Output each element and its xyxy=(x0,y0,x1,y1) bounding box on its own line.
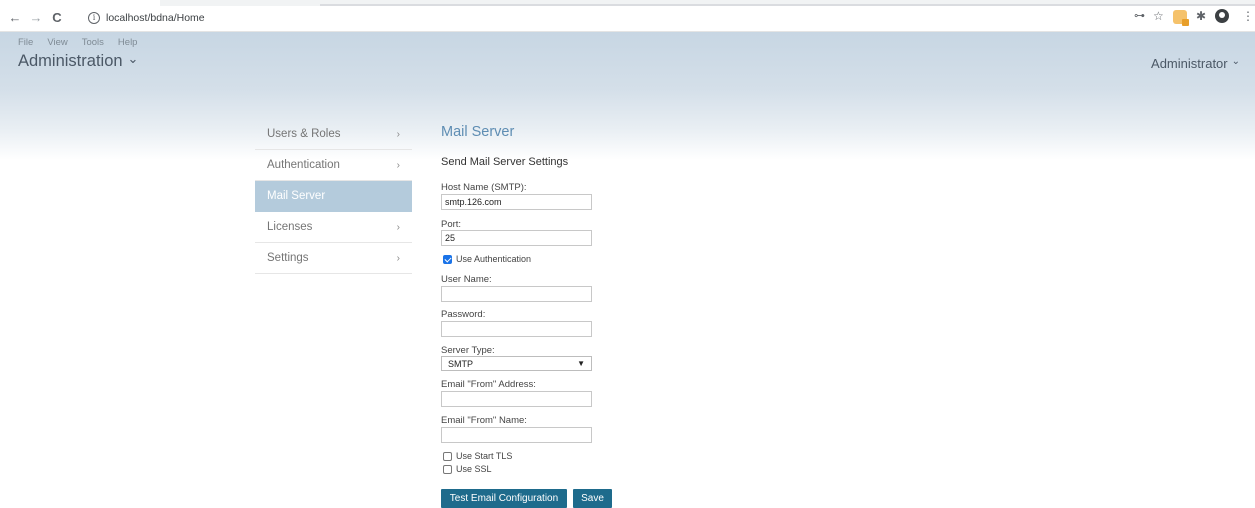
server-type-label: Server Type: xyxy=(441,345,495,356)
browser-toolbar: ← → C i localhost/bdna/Home ⊶ ☆ ✱ ⋮ xyxy=(0,0,1255,32)
star-icon[interactable]: ☆ xyxy=(1153,10,1164,22)
user-name[interactable]: Administrator xyxy=(1151,56,1228,71)
sidebar-item-users-roles[interactable]: Users & Roles › xyxy=(255,119,412,150)
menu-tools[interactable]: Tools xyxy=(82,37,104,48)
from-name-label: Email "From" Name: xyxy=(441,415,527,426)
save-button[interactable]: Save xyxy=(573,489,612,508)
tab-strip xyxy=(0,0,1255,6)
username-input[interactable] xyxy=(441,286,592,302)
chevron-down-icon[interactable]: ▼ xyxy=(577,359,585,368)
page-title: Mail Server xyxy=(441,124,515,140)
sidebar-item-label: Authentication xyxy=(267,159,340,171)
password-input[interactable] xyxy=(441,321,592,337)
use-start-tls-label[interactable]: Use Start TLS xyxy=(456,451,512,461)
chevron-right-icon: › xyxy=(396,221,400,233)
sidebar-item-label: Users & Roles xyxy=(267,128,341,140)
sidebar-item-mail-server[interactable]: Mail Server xyxy=(255,181,412,212)
use-ssl-checkbox[interactable] xyxy=(443,464,452,474)
sidebar-item-label: Licenses xyxy=(267,221,313,233)
from-address-input[interactable] xyxy=(441,391,592,407)
port-input[interactable] xyxy=(441,230,592,246)
password-label: Password: xyxy=(441,309,486,320)
chevron-right-icon: › xyxy=(396,252,400,264)
menu-file[interactable]: File xyxy=(18,37,33,48)
key-icon[interactable]: ⊶ xyxy=(1134,10,1145,22)
use-ssl-label[interactable]: Use SSL xyxy=(456,464,492,474)
use-ssl-row[interactable]: Use SSL xyxy=(443,464,492,474)
sidebar-item-authentication[interactable]: Authentication › xyxy=(255,150,412,181)
user-menu[interactable]: Administrator ⌄ xyxy=(1151,56,1240,72)
app-title[interactable]: Administration xyxy=(18,52,123,71)
use-authentication-checkbox[interactable] xyxy=(443,254,452,264)
server-type-value[interactable]: SMTP xyxy=(448,359,473,369)
sidebar-item-label: Settings xyxy=(267,252,309,264)
menu-view[interactable]: View xyxy=(47,37,67,48)
more-icon[interactable]: ⋮ xyxy=(1242,10,1254,22)
sidebar: Users & Roles › Authentication › Mail Se… xyxy=(255,119,412,274)
sidebar-item-label: Mail Server xyxy=(267,190,326,202)
use-start-tls-checkbox[interactable] xyxy=(443,451,452,461)
puzzle-icon[interactable]: ✱ xyxy=(1196,10,1206,22)
host-name-input[interactable] xyxy=(441,194,592,210)
active-tab[interactable] xyxy=(0,0,160,6)
sidebar-item-settings[interactable]: Settings › xyxy=(255,243,412,274)
chevron-right-icon: › xyxy=(396,159,400,171)
app-header: File View Tools Help Administration ⌄ Ad… xyxy=(0,32,1255,160)
host-label: Host Name (SMTP): xyxy=(441,182,527,193)
chevron-down-icon[interactable]: ⌄ xyxy=(1232,56,1240,67)
url-text[interactable]: localhost/bdna/Home xyxy=(106,12,205,24)
use-start-tls-row[interactable]: Use Start TLS xyxy=(443,451,512,461)
mail-server-form: Mail Server Send Mail Server Settings Ho… xyxy=(441,124,741,508)
test-email-configuration-button[interactable]: Test Email Configuration xyxy=(441,489,567,508)
server-type-select[interactable]: SMTP ▼ xyxy=(441,356,592,371)
section-title: Send Mail Server Settings xyxy=(441,156,569,168)
use-authentication-row[interactable]: Use Authentication xyxy=(443,254,531,264)
port-label: Port: xyxy=(441,219,462,230)
tab-divider xyxy=(320,4,1255,6)
chevron-down-icon[interactable]: ⌄ xyxy=(128,51,139,67)
app-title-dropdown[interactable]: Administration ⌄ xyxy=(18,51,139,71)
from-name-input[interactable] xyxy=(441,427,592,443)
use-authentication-label[interactable]: Use Authentication xyxy=(456,254,531,264)
reload-icon[interactable]: C xyxy=(50,11,64,25)
menu-bar: File View Tools Help xyxy=(18,37,137,48)
chevron-right-icon: › xyxy=(396,128,400,140)
address-bar[interactable]: i localhost/bdna/Home xyxy=(88,9,205,27)
username-label: User Name: xyxy=(441,274,492,285)
forward-icon[interactable]: → xyxy=(29,11,43,25)
sidebar-item-licenses[interactable]: Licenses › xyxy=(255,212,412,243)
extension-icon[interactable] xyxy=(1173,10,1189,26)
from-address-label: Email "From" Address: xyxy=(441,379,536,390)
back-icon[interactable]: ← xyxy=(8,11,22,25)
site-info-icon[interactable]: i xyxy=(88,12,100,24)
profile-icon[interactable] xyxy=(1215,9,1229,23)
menu-help[interactable]: Help xyxy=(118,37,138,48)
